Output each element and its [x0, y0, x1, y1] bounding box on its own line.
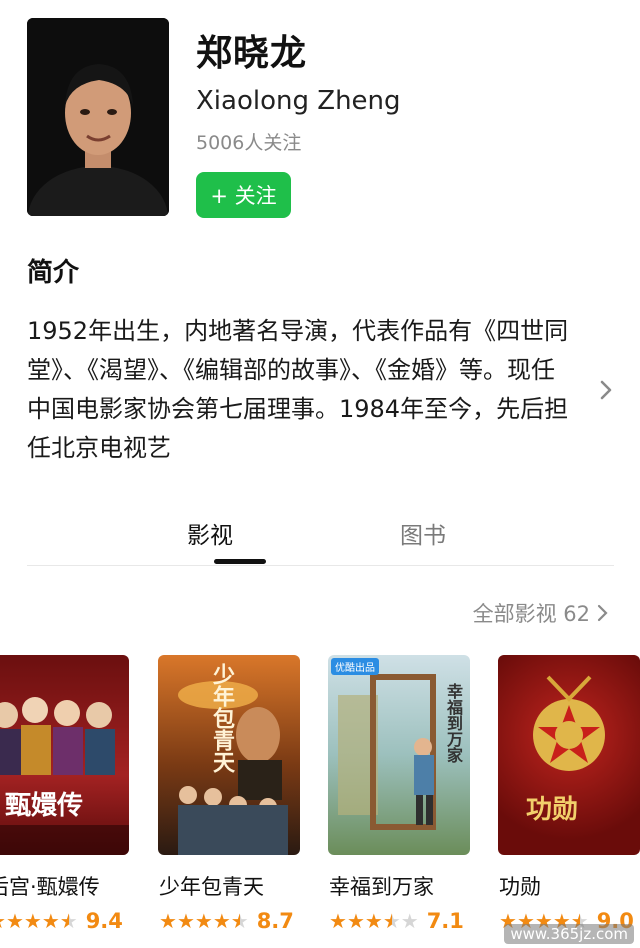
- person-english-name: Xiaolong Zheng: [196, 86, 401, 116]
- rating-score: 9.4: [85, 909, 123, 933]
- film-poster[interactable]: 甄嬛传: [0, 655, 129, 855]
- film-poster[interactable]: 优酷出品 幸福到万家: [328, 655, 470, 855]
- star-icon: ★: [212, 908, 231, 933]
- poster-title-text: 少年包青天: [209, 663, 235, 773]
- rating-stars: ★★★★★: [0, 911, 78, 932]
- film-title: 少年包青天: [159, 875, 264, 899]
- rating-score: 7.1: [426, 909, 464, 933]
- film-card[interactable]: 功勋 功勋 ★★★★★ 9.0: [498, 655, 640, 933]
- rating-stars: ★★★★★: [159, 911, 249, 932]
- source-badge: 优酷出品: [331, 658, 379, 675]
- film-card[interactable]: 少年包青天 少年包青天 ★★★★★ 8.7: [158, 655, 300, 933]
- film-title: 幸福到万家: [329, 875, 434, 899]
- star-icon: ★: [159, 908, 177, 933]
- tab-books[interactable]: 图书: [400, 516, 446, 550]
- follow-button[interactable]: + 关注: [196, 172, 291, 218]
- tab-bar: 影视 图书: [27, 510, 614, 566]
- follower-count: 5006人关注: [196, 132, 302, 154]
- intro-text[interactable]: 1952年出生，内地著名导演，代表作品有《四世同堂》、《渴望》、《编辑部的故事》…: [27, 312, 572, 468]
- star-icon: ★: [176, 908, 195, 933]
- active-tab-indicator: [214, 559, 266, 564]
- star-icon: ★: [382, 908, 401, 933]
- all-films-link[interactable]: 全部影视 62: [473, 598, 610, 628]
- avatar: [27, 18, 169, 216]
- film-title: 功勋: [499, 875, 541, 899]
- star-icon: ★: [364, 908, 383, 933]
- poster-title-text: 幸福到万家: [444, 683, 463, 763]
- film-rating: ★★★★★ 7.1: [329, 909, 464, 933]
- tab-films[interactable]: 影视: [187, 516, 233, 550]
- poster-title-text: 甄嬛传: [5, 791, 84, 821]
- film-card[interactable]: 甄嬛传 后宫·甄嬛传 ★★★★★ 9.4: [0, 655, 129, 933]
- chevron-right-icon[interactable]: [594, 378, 618, 402]
- poster-title-text: 功勋: [526, 795, 579, 825]
- star-icon: ★: [400, 908, 419, 933]
- film-rating: ★★★★★ 8.7: [159, 909, 294, 933]
- intro-heading: 简介: [27, 258, 80, 288]
- watermark: www.365jz.com: [504, 924, 634, 944]
- film-poster[interactable]: 少年包青天: [158, 655, 300, 855]
- star-icon: ★: [230, 908, 249, 933]
- follow-button-label: + 关注: [210, 184, 277, 208]
- star-icon: ★: [346, 908, 365, 933]
- all-films-label: 全部影视 62: [472, 602, 590, 626]
- person-name: 郑晓龙: [196, 33, 308, 74]
- rating-score: 8.7: [256, 909, 294, 933]
- chevron-right-icon: [597, 604, 608, 622]
- star-icon: ★: [23, 908, 42, 933]
- star-icon: ★: [41, 908, 60, 933]
- rating-stars: ★★★★★: [329, 911, 419, 932]
- star-icon: ★: [329, 908, 347, 933]
- star-icon: ★: [194, 908, 213, 933]
- film-title: 后宫·甄嬛传: [0, 875, 100, 899]
- film-card[interactable]: 优酷出品 幸福到万家 幸福到万家 ★★★★★ 7.1: [328, 655, 470, 933]
- star-icon: ★: [5, 908, 24, 933]
- film-carousel[interactable]: 甄嬛传 后宫·甄嬛传 ★★★★★ 9.4 少年包青天 少年包青天 ★★★★★ 8…: [0, 655, 640, 948]
- star-icon: ★: [59, 908, 78, 933]
- film-poster[interactable]: 功勋: [498, 655, 640, 855]
- film-rating: ★★★★★ 9.4: [0, 909, 123, 933]
